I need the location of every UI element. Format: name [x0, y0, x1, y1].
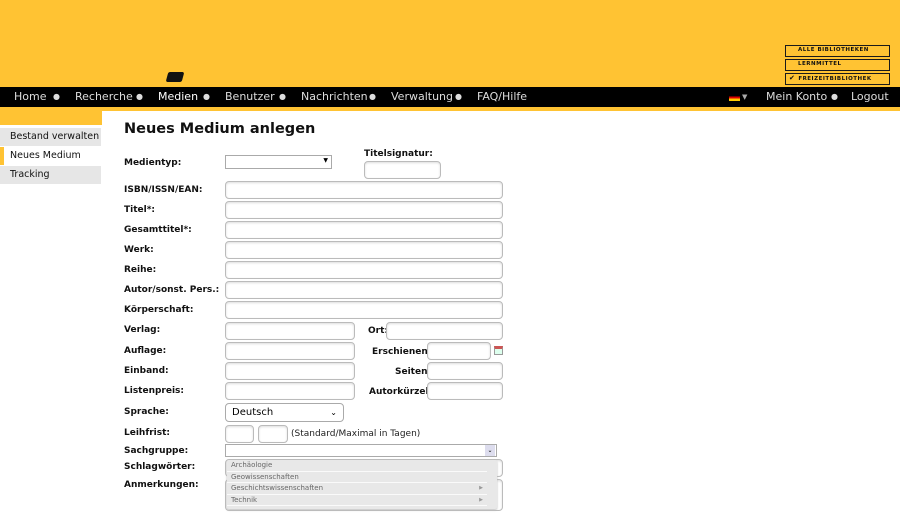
- sachgruppe-select[interactable]: ⌄: [225, 444, 497, 457]
- chevron-right-icon: ▶: [479, 485, 483, 491]
- sprache-label: Sprache:: [124, 407, 169, 417]
- gesamttitel-input[interactable]: [225, 221, 503, 239]
- autorkuerzel-input[interactable]: [427, 382, 503, 400]
- german-flag-icon[interactable]: [729, 94, 740, 101]
- gesamttitel-label: Gesamttitel*:: [124, 225, 192, 235]
- page-title: Neues Medium anlegen: [124, 121, 316, 137]
- autor-label: Autor/sonst. Pers.:: [124, 285, 220, 295]
- sidebar-item-tracking[interactable]: Tracking: [0, 166, 101, 184]
- option-label: Geowissenschaften: [231, 472, 299, 481]
- chevron-down-icon: ⌄: [330, 408, 337, 417]
- verlag-label: Verlag:: [124, 325, 161, 335]
- sachgruppe-dropdown: Archäologie Geowissenschaften Geschichts…: [227, 460, 497, 509]
- nav-nachrichten[interactable]: Nachrichten: [301, 87, 368, 107]
- library-lernmittel-button[interactable]: LERNMITTEL: [785, 59, 890, 71]
- calendar-icon[interactable]: [494, 346, 503, 355]
- auflage-input[interactable]: [225, 342, 355, 360]
- sidebar-item-bestand[interactable]: Bestand verwalten: [0, 128, 101, 146]
- reihe-label: Reihe:: [124, 265, 157, 275]
- ort-label: Ort:: [368, 326, 388, 336]
- book-icon: [165, 72, 185, 82]
- nav-logout[interactable]: Logout: [851, 87, 889, 107]
- koerperschaft-label: Körperschaft:: [124, 305, 194, 315]
- option-label: Archäologie: [231, 461, 273, 469]
- option-label: Geschichtswissenschaften: [231, 484, 324, 492]
- koerperschaft-input[interactable]: [225, 301, 503, 319]
- nav-benutzer[interactable]: Benutzer: [225, 87, 275, 107]
- nav-verwaltung[interactable]: Verwaltung: [391, 87, 453, 107]
- autorkuerzel-label: Autorkürzel:: [369, 387, 433, 397]
- leihfrist-maximal-input[interactable]: [258, 425, 288, 443]
- chevron-down-icon: ⌄: [485, 445, 495, 456]
- sprache-select[interactable]: Deutsch ⌄: [225, 403, 344, 422]
- dropdown-option[interactable]: Technik ▶: [227, 495, 487, 506]
- ort-input[interactable]: [386, 322, 503, 340]
- seiten-label: Seiten:: [395, 367, 432, 377]
- library-label: FREIZEITBIBLIOTHEK: [798, 76, 872, 82]
- library-label: ALLE BIBLIOTHEKEN: [798, 47, 869, 53]
- library-label: LERNMITTEL: [798, 61, 842, 67]
- erschienen-label: Erschienen:: [372, 347, 432, 357]
- titelsignatur-label: Titelsignatur:: [364, 149, 433, 159]
- leihfrist-standard-input[interactable]: [225, 425, 254, 443]
- dropdown-option[interactable]: Geowissenschaften: [227, 472, 487, 483]
- seiten-input[interactable]: [427, 362, 503, 380]
- nav-recherche[interactable]: Recherche: [75, 87, 133, 107]
- werk-label: Werk:: [124, 245, 154, 255]
- leihfrist-label: Leihfrist:: [124, 428, 171, 438]
- anmerkungen-label: Anmerkungen:: [124, 480, 199, 490]
- isbn-input[interactable]: [225, 181, 503, 199]
- dropdown-option[interactable]: Geschichtswissenschaften ▶: [227, 483, 487, 495]
- option-label: Technik: [231, 495, 258, 504]
- isbn-label: ISBN/ISSN/EAN:: [124, 185, 203, 195]
- werk-input[interactable]: [225, 241, 503, 259]
- erschienen-input[interactable]: [427, 342, 491, 360]
- listenpreis-label: Listenpreis:: [124, 386, 185, 396]
- medientyp-select[interactable]: ▼: [225, 155, 332, 169]
- einband-input[interactable]: [225, 362, 355, 380]
- chevron-down-icon[interactable]: ▼: [742, 87, 747, 107]
- library-all-button[interactable]: ALLE BIBLIOTHEKEN: [785, 45, 890, 57]
- titel-input[interactable]: [225, 201, 503, 219]
- titelsignatur-input[interactable]: [364, 161, 441, 179]
- nav-faq[interactable]: FAQ/Hilfe: [477, 87, 527, 107]
- chevron-right-icon: ▶: [479, 496, 483, 503]
- dropdown-option[interactable]: Archäologie: [227, 460, 487, 472]
- einband-label: Einband:: [124, 366, 169, 376]
- chevron-down-icon: ▼: [323, 157, 328, 164]
- medientyp-label: Medientyp:: [124, 158, 182, 168]
- check-icon: ✔: [789, 74, 799, 82]
- main-nav: Home ● Recherche ● Medien ● Benutzer ● Nachr…: [0, 87, 900, 107]
- nav-medien[interactable]: Medien: [158, 87, 198, 107]
- auflage-label: Auflage:: [124, 346, 167, 356]
- reihe-input[interactable]: [225, 261, 503, 279]
- autor-input[interactable]: [225, 281, 503, 299]
- titel-label: Titel*:: [124, 205, 156, 215]
- schlagwoerter-label: Schlagwörter:: [124, 462, 196, 472]
- library-freizeit-button[interactable]: ✔ FREIZEITBIBLIOTHEK: [785, 73, 890, 85]
- nav-home[interactable]: Home: [14, 87, 46, 107]
- listenpreis-input[interactable]: [225, 382, 355, 400]
- nav-mein-konto[interactable]: Mein Konto: [766, 87, 827, 107]
- header: [0, 0, 900, 87]
- sprache-value: Deutsch: [232, 407, 274, 418]
- leihfrist-hint: (Standard/Maximal in Tagen): [291, 429, 421, 439]
- verlag-input[interactable]: [225, 322, 355, 340]
- sidebar-item-neues-medium[interactable]: Neues Medium: [0, 147, 101, 165]
- sachgruppe-label: Sachgruppe:: [124, 446, 189, 456]
